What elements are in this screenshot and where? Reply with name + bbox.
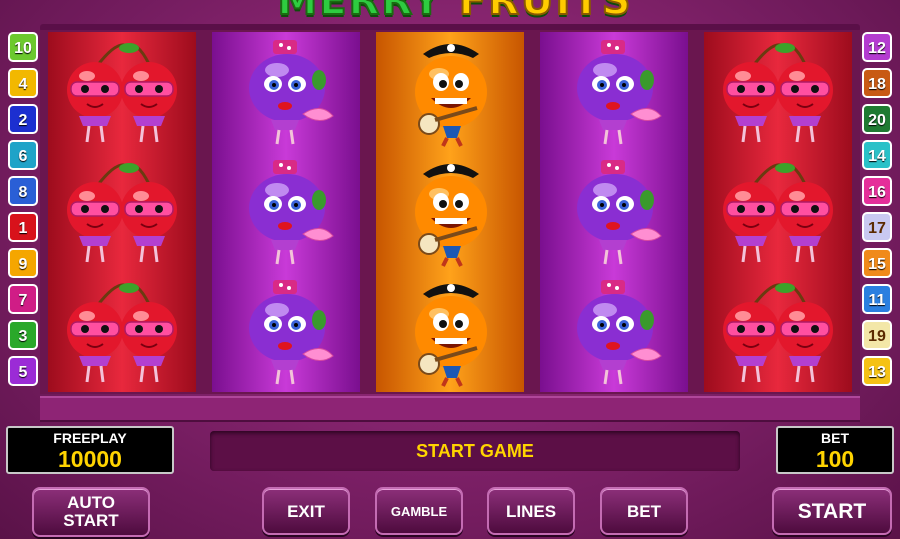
payline-badge-14: 14 [862,140,892,170]
cherries-icon [713,158,843,268]
cherries-icon [57,158,187,268]
start-label: START [797,500,867,523]
payline-badge-7: 7 [8,284,38,314]
cherries-icon [713,278,843,388]
reel-2 [212,32,360,392]
bet-value: 100 [815,446,855,472]
orange-pirate-icon [385,158,515,268]
payline-badge-5: 5 [8,356,38,386]
freeplay-value: 10000 [58,446,122,472]
reel-5 [704,32,852,392]
plum-icon [221,158,351,268]
plum-icon [221,38,351,148]
reel-bottom-rail [40,396,860,422]
freeplay-label: FREEPLAY [53,430,127,446]
payline-badge-1: 1 [8,212,38,242]
payline-badge-18: 18 [862,68,892,98]
start-button[interactable]: START [772,487,892,535]
payline-badge-12: 12 [862,32,892,62]
auto-start-label-1: AUTO [67,493,115,512]
payline-badge-16: 16 [862,176,892,206]
exit-label: EXIT [287,502,325,521]
reel-4 [540,32,688,392]
payline-badge-17: 17 [862,212,892,242]
payline-badge-9: 9 [8,248,38,278]
payline-badge-19: 19 [862,320,892,350]
payline-badge-15: 15 [862,248,892,278]
auto-start-button[interactable]: AUTO START [32,487,150,537]
reel-1 [48,32,196,392]
auto-start-label-2: START [63,511,119,530]
payline-badge-8: 8 [8,176,38,206]
bet-label: BET [821,430,849,446]
plum-icon [549,278,679,388]
bet-button-label: BET [627,502,661,521]
payline-badge-11: 11 [862,284,892,314]
orange-pirate-icon [385,278,515,388]
lines-label: LINES [505,502,557,521]
orange-pirate-icon [385,38,515,148]
payline-badge-3: 3 [8,320,38,350]
status-message: START GAME [210,431,740,471]
payline-badge-10: 10 [8,32,38,62]
cherries-icon [57,278,187,388]
payline-badge-13: 13 [862,356,892,386]
payline-badge-20: 20 [862,104,892,134]
exit-button[interactable]: EXIT [262,487,350,535]
freeplay-panel: FREEPLAY 10000 [6,426,174,474]
payline-badge-4: 4 [8,68,38,98]
cherries-icon [713,38,843,148]
plum-icon [221,278,351,388]
plum-icon [549,38,679,148]
cherries-icon [57,38,187,148]
gamble-label: GAMBLE [390,504,448,519]
game-logo: MERRY FRUITS [276,0,633,25]
bet-panel: BET 100 [776,426,894,474]
bet-button[interactable]: BET [600,487,688,535]
reel-3 [376,32,524,392]
payline-badge-2: 2 [8,104,38,134]
gamble-button[interactable]: GAMBLE [375,487,463,535]
payline-badge-6: 6 [8,140,38,170]
plum-icon [549,158,679,268]
lines-button[interactable]: LINES [487,487,575,535]
